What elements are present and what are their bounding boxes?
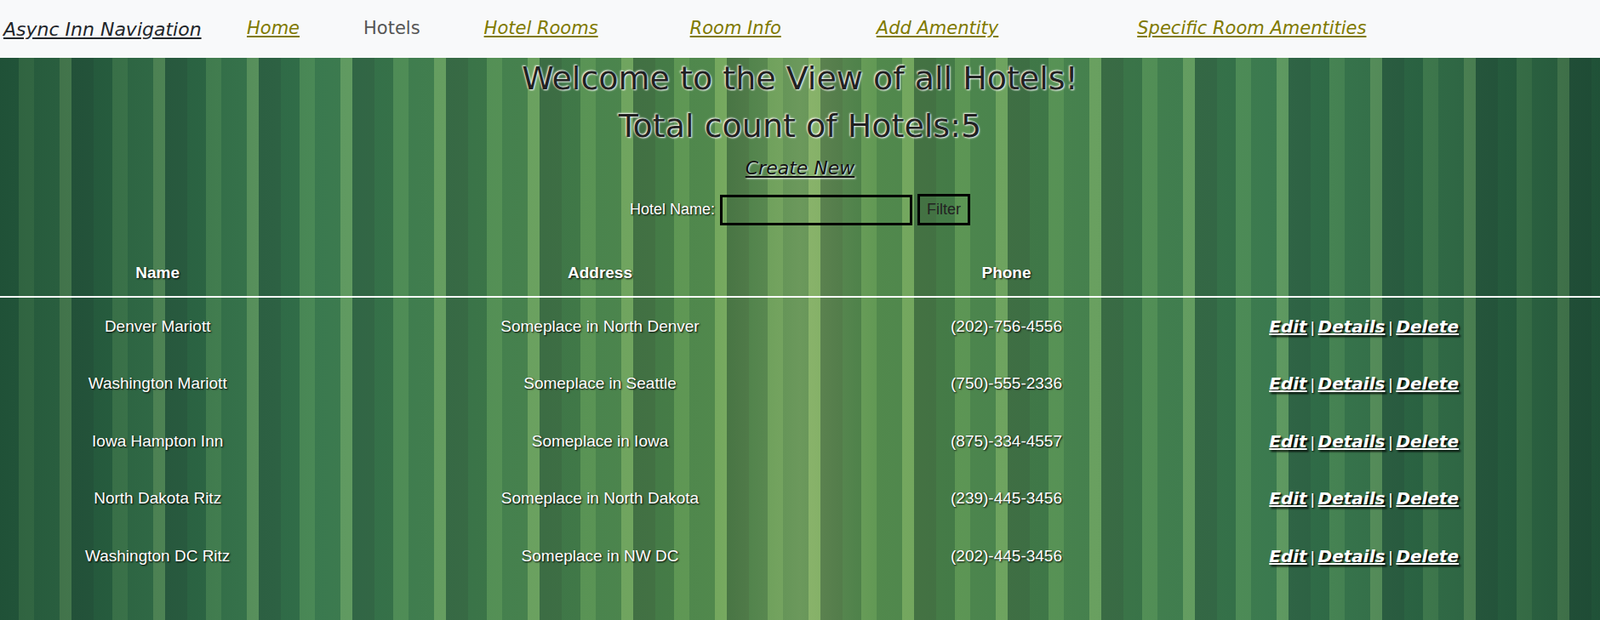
filter-form: Hotel Name: Filter: [0, 194, 1600, 226]
table-cell: (202)-445-3456: [885, 527, 1129, 586]
actions-cell: Edit|Details|Delete: [1127, 354, 1600, 413]
brand-link[interactable]: Async Inn Navigation: [3, 15, 247, 44]
nav-link[interactable]: Room Info: [690, 15, 782, 43]
table-cell: (202)-756-4556: [885, 297, 1129, 356]
hotels-table: NameAddressPhoneDenver MariottSomeplace …: [0, 249, 1600, 585]
details-link[interactable]: Details: [1318, 431, 1386, 452]
table-cell: (875)-334-4557: [885, 412, 1129, 471]
separator: |: [1310, 490, 1315, 509]
table-row: Washington DC RitzSomeplace in NW DC(202…: [0, 527, 1600, 586]
actions-cell: Edit|Details|Delete: [1127, 412, 1600, 471]
nav-link[interactable]: Add Amentity: [876, 15, 999, 43]
table-row: Iowa Hampton InnSomeplace in Iowa(875)-3…: [0, 412, 1600, 471]
table-row: Denver MariottSomeplace in North Denver(…: [0, 297, 1600, 356]
delete-link[interactable]: Delete: [1395, 373, 1459, 395]
table-row: North Dakota RitzSomeplace in North Dako…: [0, 469, 1600, 528]
hotel-count: Total count of Hotels:5: [0, 107, 1600, 147]
table-cell: Someplace in Iowa: [314, 412, 885, 471]
separator: |: [1388, 548, 1393, 566]
edit-link[interactable]: Edit: [1268, 431, 1307, 452]
delete-link[interactable]: Delete: [1395, 431, 1459, 452]
table-cell: Someplace in Seattle: [314, 354, 885, 413]
actions-cell: Edit|Details|Delete: [1127, 469, 1600, 528]
edit-link[interactable]: Edit: [1268, 316, 1307, 338]
table-cell: Washington DC Ritz: [0, 527, 315, 586]
table-cell: North Dakota Ritz: [0, 469, 315, 528]
edit-link[interactable]: Edit: [1268, 546, 1307, 567]
filter-label: Hotel Name:: [629, 198, 715, 222]
table-cell: (750)-555-2336: [885, 354, 1129, 413]
actions-header: [1127, 249, 1600, 298]
separator: |: [1310, 318, 1315, 337]
separator: |: [1310, 548, 1315, 566]
navbar: Async Inn NavigationHome Hotels Hotel Room…: [0, 0, 1600, 58]
header-row: NameAddressPhone: [0, 249, 1600, 298]
details-link[interactable]: Details: [1318, 373, 1386, 395]
filter-button[interactable]: Filter: [917, 194, 971, 226]
details-link[interactable]: Details: [1318, 488, 1386, 509]
separator: |: [1310, 375, 1315, 394]
nav-link[interactable]: Home: [246, 15, 300, 43]
hotel-name-input[interactable]: [720, 194, 913, 226]
separator: |: [1388, 433, 1393, 452]
actions-cell: Edit|Details|Delete: [1127, 297, 1600, 356]
delete-link[interactable]: Delete: [1395, 316, 1459, 338]
separator: |: [1388, 318, 1393, 337]
table-row: Washington MariottSomeplace in Seattle(7…: [0, 354, 1600, 413]
separator: |: [1388, 490, 1393, 509]
nav-link[interactable]: Specific Room Amentities: [1137, 15, 1366, 43]
column-header: Address: [314, 249, 885, 298]
column-header: Phone: [885, 249, 1129, 298]
actions-cell: Edit|Details|Delete: [1127, 527, 1600, 586]
table-cell: Someplace in North Denver: [314, 297, 885, 356]
delete-link[interactable]: Delete: [1395, 488, 1459, 509]
edit-link[interactable]: Edit: [1268, 373, 1307, 395]
table-cell: (239)-445-3456: [885, 469, 1129, 528]
delete-link[interactable]: Delete: [1395, 546, 1459, 567]
separator: |: [1388, 375, 1393, 394]
content-area: Welcome to the View of all Hotels! Total …: [0, 57, 1600, 620]
table-cell: Iowa Hampton Inn: [0, 412, 315, 471]
nav-link[interactable]: Hotels: [363, 15, 421, 43]
table-cell: Someplace in North Dakota: [314, 469, 885, 528]
edit-link[interactable]: Edit: [1268, 488, 1307, 509]
column-header: Name: [0, 249, 315, 298]
details-link[interactable]: Details: [1318, 546, 1386, 567]
page-title: Welcome to the View of all Hotels!: [0, 59, 1600, 99]
nav-link[interactable]: Hotel Rooms: [484, 15, 599, 43]
create-wrap: Create New: [0, 145, 1600, 183]
create-link[interactable]: Create New: [745, 154, 856, 183]
table-cell: Washington Mariott: [0, 354, 315, 413]
separator: |: [1310, 433, 1315, 452]
details-link[interactable]: Details: [1318, 316, 1386, 338]
table-cell: Someplace in NW DC: [314, 527, 885, 586]
table-cell: Denver Mariott: [0, 297, 315, 356]
